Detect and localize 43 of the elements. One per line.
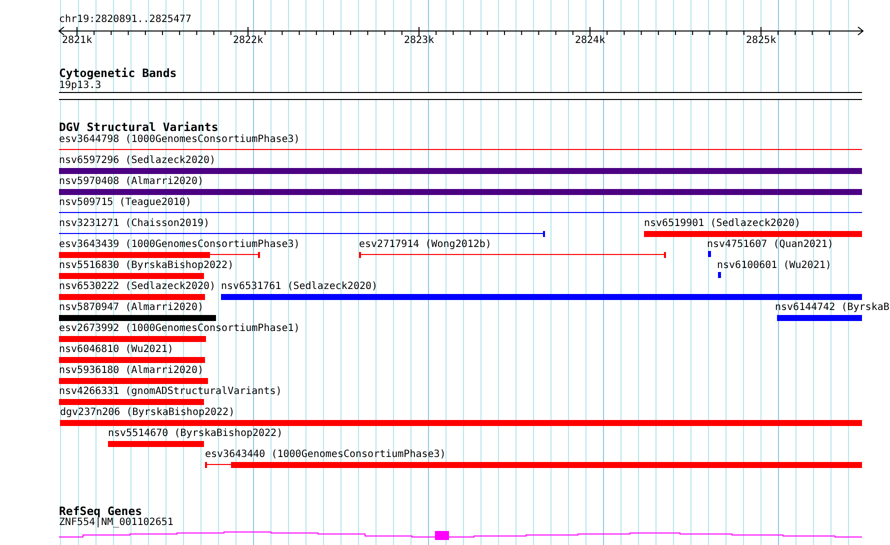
position-label: chr19:2820891..2825477 bbox=[59, 14, 192, 26]
tick-label: 2825k bbox=[746, 35, 776, 47]
variant-mark[interactable] bbox=[718, 272, 721, 280]
variant-label: nsv6100601 (Wu2021) bbox=[717, 260, 832, 272]
variant-label: esv2717914 (Wong2012b) bbox=[359, 239, 492, 251]
gene-label: ZNF554|NM_001102651 bbox=[59, 517, 174, 529]
variant-label: nsv6530222 (Sedlazeck2020) bbox=[59, 281, 216, 293]
variant-label: esv3643439 (1000GenomesConsortiumPhase3) bbox=[59, 239, 300, 251]
variant-label: nsv6519901 (Sedlazeck2020) bbox=[644, 218, 801, 230]
variant-label: nsv5514670 (ByrskaBishop2022) bbox=[108, 428, 283, 440]
variant-label: nsv5936180 (Almarri2020) bbox=[59, 365, 204, 377]
variant-bar[interactable] bbox=[59, 167, 862, 175]
variant-line[interactable] bbox=[359, 251, 666, 259]
tick-label: 2824k bbox=[575, 35, 606, 47]
variant-label: nsv6046810 (Wu2021) bbox=[59, 344, 174, 356]
variant-label: nsv4751607 (Quan2021) bbox=[707, 239, 834, 251]
variant-label: esv2673992 (1000GenomesConsortiumPhase1) bbox=[59, 323, 300, 335]
band-label: 19p13.3 bbox=[59, 80, 102, 92]
variant-bar[interactable] bbox=[59, 314, 216, 322]
gene-model[interactable] bbox=[59, 529, 862, 541]
variant-label: nsv5516830 (ByrskaBishop2022) bbox=[59, 260, 234, 272]
tick-label: 2823k bbox=[404, 35, 434, 47]
variant-label: nsv5870947 (Almarri2020) bbox=[59, 302, 204, 314]
variant-label: nsv6597296 (Sedlazeck2020) bbox=[59, 155, 216, 167]
variant-label: nsv4266331 (gnomADStructuralVariants) bbox=[59, 386, 282, 398]
variant-label: esv3644798 (1000GenomesConsortiumPhase3) bbox=[59, 134, 300, 146]
variant-label: nsv6531761 (Sedlazeck2020) bbox=[221, 281, 378, 293]
tick-label: 2822k bbox=[233, 35, 264, 47]
variant-label: dgv237n206 (ByrskaBishop2022) bbox=[60, 407, 235, 419]
variant-label: nsv6144742 (ByrskaB bbox=[775, 302, 890, 314]
variant-label: nsv5970408 (Almarri2020) bbox=[59, 176, 204, 188]
variant-bar[interactable] bbox=[221, 293, 862, 301]
tick-label: 2821k bbox=[62, 35, 92, 47]
track-title: DGV Structural Variants bbox=[59, 121, 220, 134]
variant-label: nsv509715 (Teague2010) bbox=[59, 197, 192, 209]
track-title: Cytogenetic Bands bbox=[59, 67, 178, 79]
variant-mark[interactable] bbox=[708, 251, 711, 259]
variant-label: esv3643440 (1000GenomesConsortiumPhase3) bbox=[205, 449, 446, 461]
variant-bar[interactable] bbox=[59, 188, 862, 196]
track-title: RefSeq Genes bbox=[59, 505, 142, 517]
variant-line[interactable] bbox=[59, 230, 545, 238]
variant-bar[interactable] bbox=[777, 314, 862, 322]
variant-label: nsv3231271 (Chaisson2019) bbox=[59, 218, 210, 230]
